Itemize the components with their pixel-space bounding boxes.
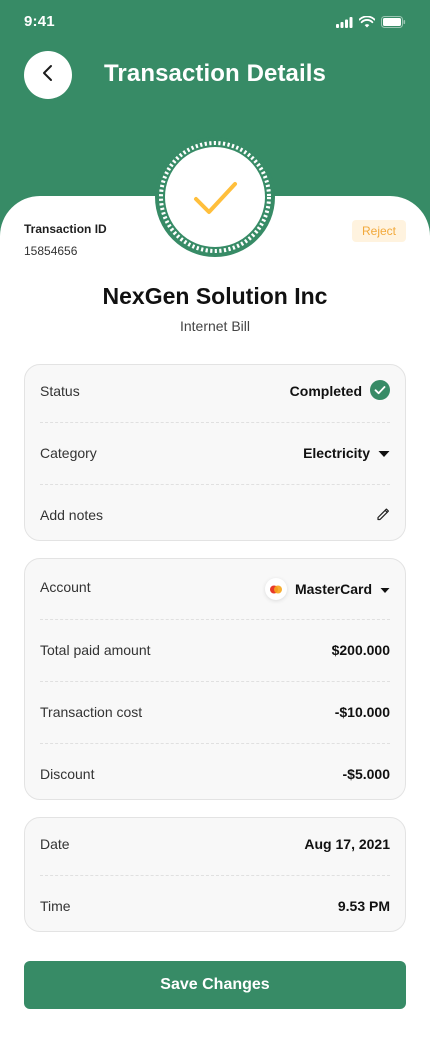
discount-label: Discount xyxy=(40,766,95,782)
save-changes-button[interactable]: Save Changes xyxy=(24,961,406,1009)
discount-row: Discount -$5.000 xyxy=(40,764,390,784)
caret-down-icon xyxy=(378,445,390,461)
category-value: Electricity xyxy=(303,445,370,461)
status-time: 9:41 xyxy=(24,13,55,30)
cost-label: Transaction cost xyxy=(40,704,143,720)
divider xyxy=(40,619,390,620)
transaction-id-label: Transaction ID xyxy=(24,222,107,236)
date-value: Aug 17, 2021 xyxy=(304,836,390,852)
total-value: $200.000 xyxy=(331,642,390,658)
mastercard-icon xyxy=(264,578,287,600)
battery-icon xyxy=(381,15,406,33)
divider xyxy=(40,422,390,423)
pencil-icon[interactable] xyxy=(376,507,390,524)
page-title: Transaction Details xyxy=(104,60,326,87)
status-value: Completed xyxy=(289,379,390,403)
transaction-id-value: 15854656 xyxy=(24,244,78,258)
success-badge xyxy=(155,137,275,257)
status-label: Status xyxy=(40,383,80,399)
time-label: Time xyxy=(40,898,71,914)
payment-card: Account MasterCard Total paid amount $20… xyxy=(24,558,406,800)
cost-value: -$10.000 xyxy=(334,704,390,720)
merchant-name: NexGen Solution Inc xyxy=(102,283,328,309)
date-label: Date xyxy=(40,836,70,852)
cost-row: Transaction cost -$10.000 xyxy=(40,702,390,722)
notes-label: Add notes xyxy=(40,507,104,523)
notes-row[interactable]: Add notes xyxy=(40,505,390,525)
signal-icon xyxy=(336,15,353,33)
time-row: Time 9.53 PM xyxy=(40,896,390,916)
category-label: Category xyxy=(40,445,97,461)
divider xyxy=(40,875,390,876)
divider xyxy=(40,681,390,682)
check-circle-icon xyxy=(370,379,390,403)
total-label: Total paid amount xyxy=(40,642,151,658)
datetime-card: Date Aug 17, 2021 Time 9.53 PM xyxy=(24,817,406,932)
category-row[interactable]: Category Electricity xyxy=(40,443,390,463)
account-value: MasterCard xyxy=(294,581,372,597)
category-select[interactable]: Electricity xyxy=(303,445,390,461)
account-row[interactable]: Account MasterCard xyxy=(40,575,390,600)
bill-type: Internet Bill xyxy=(179,318,251,334)
reject-button[interactable]: Reject xyxy=(352,220,406,242)
caret-down-icon xyxy=(380,581,390,597)
total-row: Total paid amount $200.000 xyxy=(40,640,390,660)
details-card: Status Completed Category Electricity Ad… xyxy=(24,364,406,541)
status-icons xyxy=(336,15,406,33)
status-text: Completed xyxy=(289,383,362,399)
account-label: Account xyxy=(40,579,91,595)
status-bar: 9:41 xyxy=(0,0,430,44)
account-select[interactable]: MasterCard xyxy=(264,578,390,600)
status-row: Status Completed xyxy=(40,379,390,403)
date-row: Date Aug 17, 2021 xyxy=(40,834,390,854)
divider xyxy=(40,484,390,485)
wifi-icon xyxy=(358,15,376,33)
time-value: 9.53 PM xyxy=(337,898,390,914)
divider xyxy=(40,743,390,744)
discount-value: -$5.000 xyxy=(342,766,390,782)
